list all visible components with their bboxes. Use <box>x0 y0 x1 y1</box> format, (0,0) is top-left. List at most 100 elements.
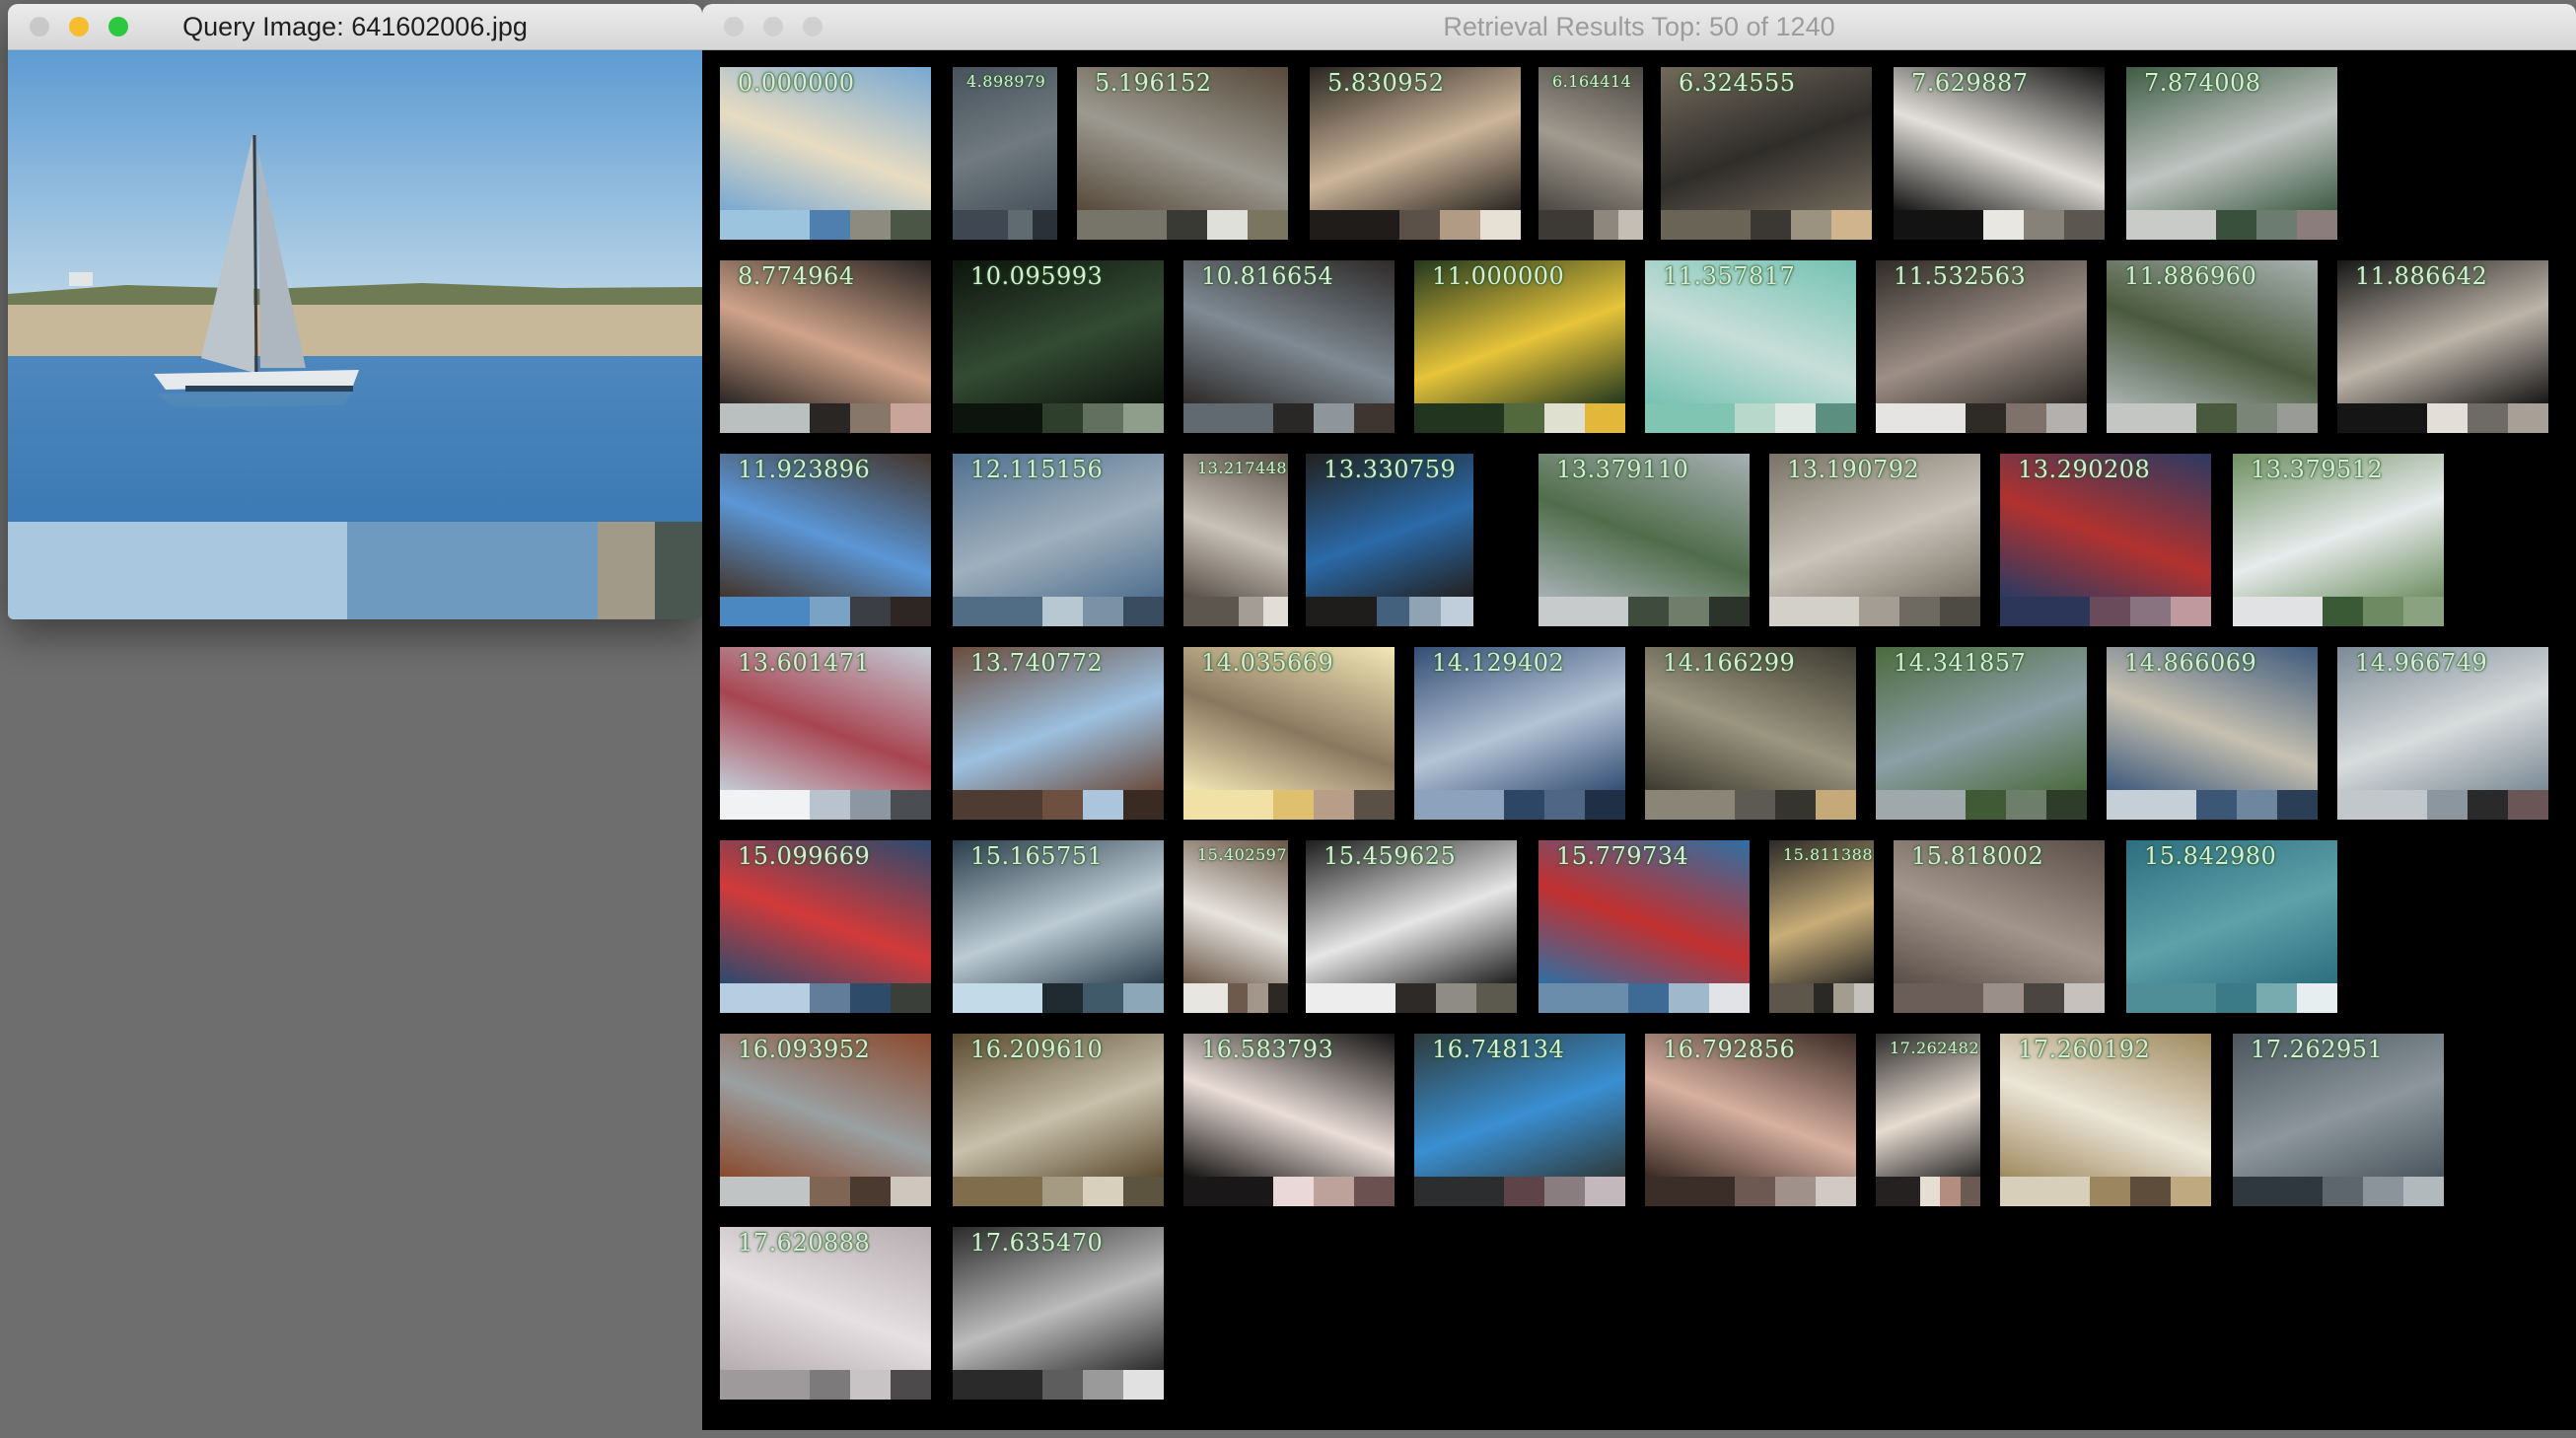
result-thumbnail[interactable]: 13.740772 <box>953 647 1164 820</box>
result-distance-score: 14.129402 <box>1432 649 1565 677</box>
result-thumbnail[interactable]: 6.324555 <box>1661 67 1872 240</box>
palette-swatch <box>1041 790 1083 820</box>
result-thumbnail[interactable]: 15.779734 <box>1538 840 1750 1013</box>
palette-swatch <box>1708 597 1750 626</box>
result-thumbnail[interactable]: 11.886642 <box>2337 260 2548 433</box>
result-thumbnail[interactable]: 15.811388 <box>1769 840 1875 1013</box>
palette-swatch <box>1082 790 1123 820</box>
result-thumbnail[interactable]: 17.635470 <box>953 1227 1164 1400</box>
result-thumbnail[interactable]: 13.290208 <box>2000 454 2211 626</box>
result-thumbnail[interactable]: 13.379110 <box>1538 454 1750 626</box>
result-thumbnail[interactable]: 12.115156 <box>953 454 1164 626</box>
result-thumbnail[interactable]: 11.532563 <box>1876 260 2087 433</box>
result-thumbnail[interactable]: 10.095993 <box>953 260 1164 433</box>
result-distance-score: 14.866069 <box>2124 649 2257 677</box>
palette-swatch <box>849 983 891 1013</box>
result-thumbnail[interactable]: 10.816654 <box>1183 260 1395 433</box>
result-color-palette <box>953 403 1164 433</box>
result-thumbnail[interactable]: 17.262951 <box>2233 1034 2444 1206</box>
palette-swatch <box>1041 1370 1083 1400</box>
result-thumbnail[interactable]: 15.459625 <box>1306 840 1517 1013</box>
result-thumbnail[interactable]: 4.898979 <box>953 67 1057 240</box>
result-thumbnail[interactable]: 7.874008 <box>2126 67 2337 240</box>
result-distance-score: 15.779734 <box>1556 842 1689 870</box>
results-window-titlebar[interactable]: Retrieval Results Top: 50 of 1240 <box>702 4 2576 50</box>
palette-swatch <box>1708 983 1750 1013</box>
palette-swatch <box>1122 1177 1164 1206</box>
result-distance-score: 13.379110 <box>1556 456 1689 483</box>
result-thumbnail[interactable]: 14.966749 <box>2337 647 2548 820</box>
result-color-palette <box>953 1177 1164 1206</box>
result-thumbnail[interactable]: 11.000000 <box>1414 260 1625 433</box>
result-thumbnail[interactable]: 11.357817 <box>1645 260 1856 433</box>
result-thumbnail[interactable]: 17.260192 <box>2000 1034 2211 1206</box>
result-thumbnail[interactable]: 11.923896 <box>720 454 931 626</box>
result-distance-score: 15.459625 <box>1324 842 1457 870</box>
result-thumbnail[interactable]: 16.093952 <box>720 1034 931 1206</box>
result-distance-score: 4.898979 <box>966 72 1046 91</box>
palette-swatch <box>1183 403 1273 433</box>
result-thumbnail[interactable]: 5.830952 <box>1310 67 1521 240</box>
result-thumbnail[interactable]: 14.035669 <box>1183 647 1395 820</box>
result-thumbnail[interactable]: 16.209610 <box>953 1034 1164 1206</box>
palette-swatch <box>2063 983 2105 1013</box>
result-thumbnail[interactable]: 13.379512 <box>2233 454 2444 626</box>
palette-swatch <box>2215 210 2256 240</box>
retrieval-results-window: Retrieval Results Top: 50 of 1240 0.0000… <box>702 4 2576 1430</box>
result-color-palette <box>1077 210 1288 240</box>
result-thumbnail[interactable]: 16.748134 <box>1414 1034 1625 1206</box>
result-thumbnail[interactable]: 14.866069 <box>2107 647 2318 820</box>
palette-swatch <box>2005 403 2046 433</box>
palette-swatch <box>2023 983 2064 1013</box>
palette-swatch <box>1247 210 1288 240</box>
palette-swatch <box>890 403 931 433</box>
result-thumbnail[interactable]: 11.886960 <box>2107 260 2318 433</box>
palette-swatch <box>2426 790 2468 820</box>
palette-swatch <box>1960 1177 1981 1206</box>
result-color-palette <box>720 210 931 240</box>
result-distance-score: 13.601471 <box>738 649 871 677</box>
query-window-titlebar[interactable]: Query Image: 641602006.jpg <box>8 4 702 50</box>
result-thumbnail[interactable]: 14.166299 <box>1645 647 1856 820</box>
result-thumbnail[interactable]: 0.000000 <box>720 67 931 240</box>
result-color-palette <box>1538 597 1750 626</box>
result-color-palette <box>1414 790 1625 820</box>
palette-swatch <box>1082 403 1123 433</box>
result-thumbnail[interactable]: 15.818002 <box>1894 840 2105 1013</box>
palette-swatch <box>2129 1177 2171 1206</box>
result-thumbnail[interactable]: 6.164414 <box>1538 67 1643 240</box>
result-distance-score: 16.748134 <box>1432 1036 1565 1063</box>
result-thumbnail[interactable]: 13.601471 <box>720 647 931 820</box>
palette-swatch <box>2023 210 2064 240</box>
result-color-palette <box>1894 210 2105 240</box>
palette-swatch <box>720 1177 810 1206</box>
result-thumbnail[interactable]: 7.629887 <box>1894 67 2105 240</box>
result-thumbnail[interactable]: 17.262482 <box>1876 1034 1981 1206</box>
result-thumbnail[interactable]: 17.620888 <box>720 1227 931 1400</box>
result-thumbnail[interactable]: 13.217448 <box>1183 454 1288 626</box>
palette-swatch <box>1627 597 1669 626</box>
result-thumbnail[interactable]: 15.165751 <box>953 840 1164 1013</box>
palette-swatch <box>1538 210 1594 240</box>
result-thumbnail[interactable]: 13.190792 <box>1769 454 1980 626</box>
palette-swatch <box>1313 790 1354 820</box>
result-distance-score: 16.209610 <box>970 1036 1104 1063</box>
palette-swatch <box>1272 1177 1314 1206</box>
result-thumbnail[interactable]: 8.774964 <box>720 260 931 433</box>
result-thumbnail[interactable]: 15.099669 <box>720 840 931 1013</box>
palette-swatch <box>1077 210 1167 240</box>
palette-swatch <box>809 597 850 626</box>
palette-swatch <box>2402 597 2444 626</box>
result-thumbnail[interactable]: 16.583793 <box>1183 1034 1395 1206</box>
palette-swatch <box>1183 1177 1273 1206</box>
result-thumbnail[interactable]: 16.792856 <box>1645 1034 1856 1206</box>
result-thumbnail[interactable]: 14.129402 <box>1414 647 1625 820</box>
result-thumbnail[interactable]: 15.842980 <box>2126 840 2337 1013</box>
result-thumbnail[interactable]: 13.330759 <box>1306 454 1473 626</box>
results-window-title: Retrieval Results Top: 50 of 1240 <box>1443 12 1835 41</box>
result-thumbnail[interactable]: 14.341857 <box>1876 647 2087 820</box>
palette-swatch <box>1479 210 1521 240</box>
result-thumbnail[interactable]: 5.196152 <box>1077 67 1288 240</box>
result-thumbnail[interactable]: 15.402597 <box>1183 840 1289 1013</box>
result-distance-score: 16.792856 <box>1663 1036 1796 1063</box>
